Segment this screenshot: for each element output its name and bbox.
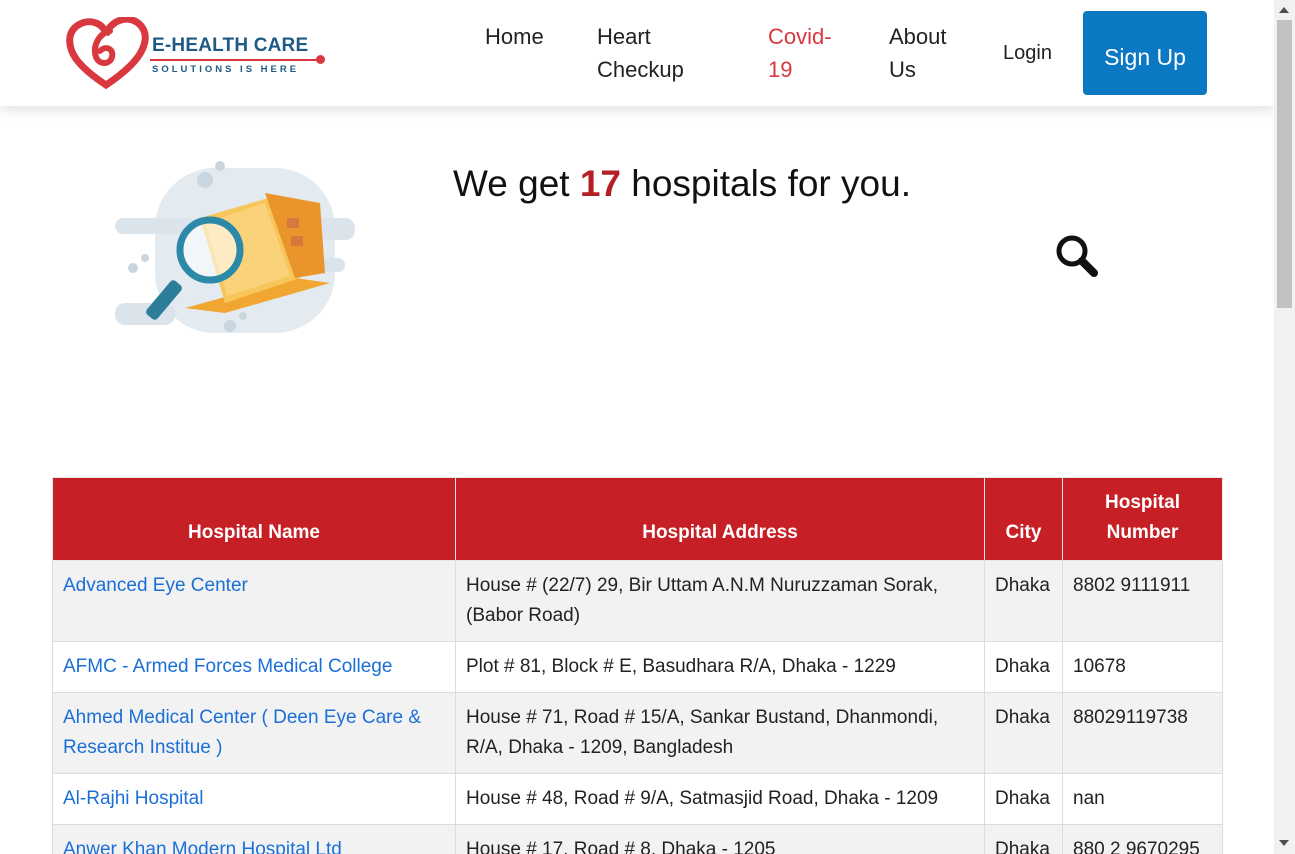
hospital-address-cell: House # 17, Road # 8, Dhaka - 1205 bbox=[455, 824, 985, 854]
brand-tagline: SOLUTIONS IS HERE bbox=[152, 64, 300, 75]
hospital-count: 17 bbox=[579, 163, 621, 204]
hospital-address-cell: House # (22/7) 29, Bir Uttam A.N.M Nuruz… bbox=[455, 560, 985, 642]
hospital-city-cell: Dhaka bbox=[984, 824, 1063, 854]
hospital-search-illustration bbox=[115, 158, 360, 343]
table-row: Ahmed Medical Center ( Deen Eye Care & R… bbox=[52, 692, 1223, 774]
scroll-thumb[interactable] bbox=[1277, 20, 1292, 308]
hospital-name-cell: Ahmed Medical Center ( Deen Eye Care & R… bbox=[52, 692, 456, 774]
hospital-city-cell: Dhaka bbox=[984, 641, 1063, 693]
table-row: Al-Rajhi Hospital House # 48, Road # 9/A… bbox=[52, 773, 1223, 825]
hospital-name-cell: Al-Rajhi Hospital bbox=[52, 773, 456, 825]
hospital-address-cell: House # 71, Road # 15/A, Sankar Bustand,… bbox=[455, 692, 985, 774]
hospital-number-cell: 88029119738 bbox=[1062, 692, 1223, 774]
hospital-link[interactable]: AFMC - Armed Forces Medical College bbox=[63, 656, 392, 677]
logo-dot bbox=[316, 55, 325, 64]
nav-home[interactable]: Home bbox=[485, 20, 544, 53]
nav-about-us[interactable]: About Us bbox=[889, 20, 969, 86]
hospital-address-cell: House # 48, Road # 9/A, Satmasjid Road, … bbox=[455, 773, 985, 825]
signup-button[interactable]: Sign Up bbox=[1083, 11, 1207, 95]
hospital-address-cell: Plot # 81, Block # E, Basudhara R/A, Dha… bbox=[455, 641, 985, 693]
hospital-link[interactable]: Advanced Eye Center bbox=[63, 575, 248, 596]
search-button[interactable] bbox=[1054, 233, 1100, 279]
hospital-city-cell: Dhaka bbox=[984, 692, 1063, 774]
hospital-link[interactable]: Anwer Khan Modern Hospital Ltd bbox=[63, 839, 342, 854]
hospital-name-cell: Advanced Eye Center bbox=[52, 560, 456, 642]
column-header-hospital-name: Hospital Name bbox=[52, 477, 456, 561]
table-row: Advanced Eye Center House # (22/7) 29, B… bbox=[52, 560, 1223, 642]
nav-covid-19[interactable]: Covid-19 bbox=[768, 20, 848, 86]
top-navbar: E-HEALTH CARE SOLUTIONS IS HERE Home Hea… bbox=[0, 0, 1274, 106]
heart-logo-icon bbox=[66, 15, 149, 90]
nav-heart-checkup[interactable]: Heart Checkup bbox=[597, 20, 707, 86]
hospital-number-cell: nan bbox=[1062, 773, 1223, 825]
hospital-link[interactable]: Al-Rajhi Hospital bbox=[63, 788, 203, 809]
brand-name: E-HEALTH CARE bbox=[152, 35, 309, 56]
table-header-row: Hospital Name Hospital Address City Hosp… bbox=[52, 477, 1223, 561]
column-header-hospital-number: Hospital Number bbox=[1062, 477, 1223, 561]
site-logo[interactable]: E-HEALTH CARE SOLUTIONS IS HERE bbox=[66, 15, 326, 90]
vertical-scrollbar[interactable] bbox=[1274, 0, 1295, 854]
headline-suffix: hospitals for you. bbox=[631, 163, 911, 204]
hospital-number-cell: 8802 9111911 bbox=[1062, 560, 1223, 642]
logo-underline bbox=[150, 59, 320, 61]
column-header-city: City bbox=[984, 477, 1063, 561]
column-header-hospital-address: Hospital Address bbox=[455, 477, 985, 561]
search-icon bbox=[1056, 235, 1098, 277]
hospital-number-cell: 880 2 9670295 bbox=[1062, 824, 1223, 854]
scroll-up-arrow-icon[interactable] bbox=[1279, 7, 1289, 13]
hospital-number-cell: 10678 bbox=[1062, 641, 1223, 693]
hospital-city-cell: Dhaka bbox=[984, 773, 1063, 825]
hospital-link[interactable]: Ahmed Medical Center ( Deen Eye Care & R… bbox=[63, 707, 421, 758]
headline-prefix: We get bbox=[453, 163, 570, 204]
scroll-down-arrow-icon[interactable] bbox=[1279, 840, 1289, 846]
hospital-table: Hospital Name Hospital Address City Hosp… bbox=[52, 477, 1223, 854]
hospital-city-cell: Dhaka bbox=[984, 560, 1063, 642]
hospital-name-cell: Anwer Khan Modern Hospital Ltd bbox=[52, 824, 456, 854]
hospital-name-cell: AFMC - Armed Forces Medical College bbox=[52, 641, 456, 693]
results-headline: We get 17 hospitals for you. bbox=[453, 160, 911, 208]
table-row: Anwer Khan Modern Hospital Ltd House # 1… bbox=[52, 824, 1223, 854]
table-row: AFMC - Armed Forces Medical College Plot… bbox=[52, 641, 1223, 693]
nav-login[interactable]: Login bbox=[1003, 38, 1052, 68]
